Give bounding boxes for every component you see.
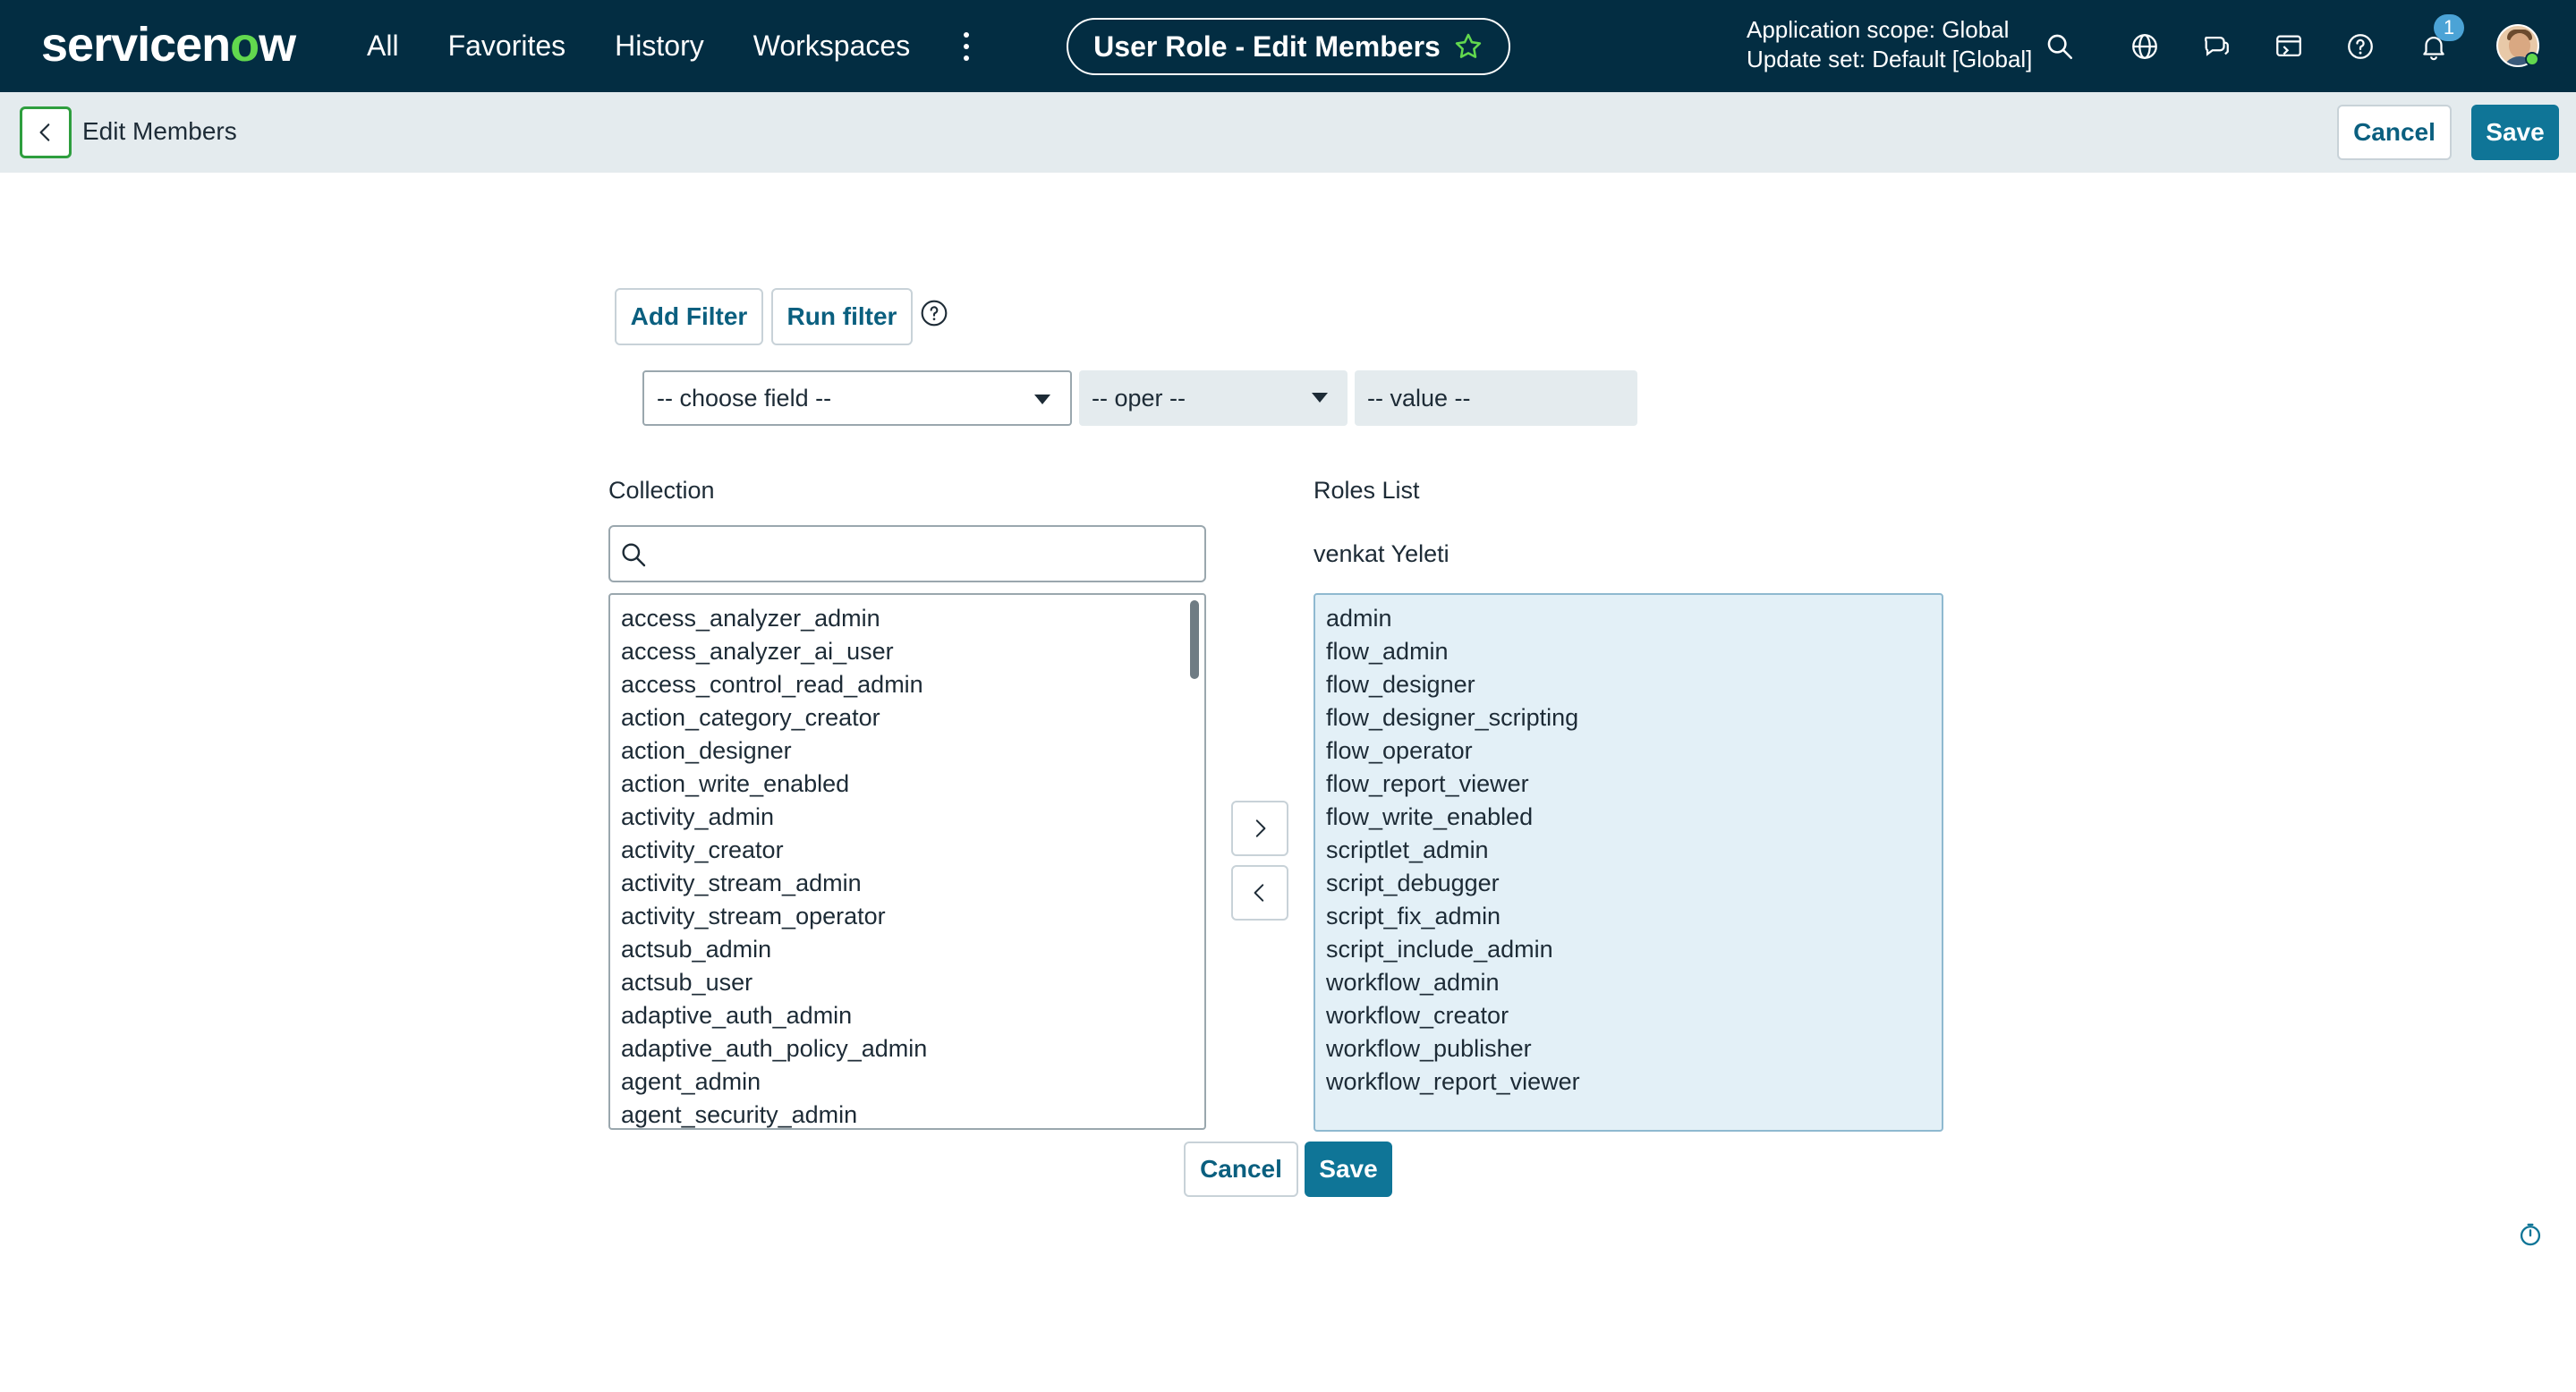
presence-indicator [2525, 52, 2539, 66]
list-item[interactable]: activity_stream_admin [610, 867, 1204, 900]
chevron-right-icon [1255, 819, 1266, 837]
contextual-app-icon[interactable] [2269, 27, 2308, 66]
collection-listbox[interactable]: access_analyzer_admin access_analyzer_ai… [608, 593, 1206, 1130]
nav-menu: All Favorites History Workspaces [367, 25, 910, 66]
response-time-icon[interactable] [2518, 1222, 2543, 1247]
header-cancel-button[interactable]: Cancel [2337, 105, 2452, 160]
list-item[interactable]: activity_admin [610, 801, 1204, 834]
more-menu-icon[interactable] [957, 29, 975, 64]
collection-search-input[interactable] [608, 525, 1206, 582]
application-scope: Application scope: Global [1747, 16, 2010, 43]
footer-cancel-button[interactable]: Cancel [1184, 1142, 1298, 1197]
servicenow-logo[interactable]: servicenow [41, 16, 296, 73]
footer-save-button[interactable]: Save [1305, 1142, 1392, 1197]
form-header: Edit Members Cancel Save [0, 92, 2576, 173]
list-item[interactable]: actsub_user [610, 966, 1204, 999]
list-item[interactable]: adaptive_auth_admin [610, 999, 1204, 1032]
list-item[interactable]: admin [1315, 602, 1942, 635]
operator-select[interactable]: -- oper -- [1079, 370, 1348, 426]
field-select[interactable]: -- choose field -- [642, 370, 1072, 426]
scope-info[interactable]: Application scope: Global Update set: De… [1747, 15, 2032, 74]
chat-icon[interactable] [2197, 27, 2236, 66]
search-icon[interactable] [2040, 27, 2079, 66]
record-title: User Role - Edit Members [1093, 30, 1441, 63]
nav-workspaces[interactable]: Workspaces [753, 25, 910, 66]
list-item[interactable]: workflow_creator [1315, 999, 1942, 1032]
list-item[interactable]: agent_security_admin [610, 1099, 1204, 1128]
header-save-button[interactable]: Save [2471, 105, 2559, 160]
list-item[interactable]: action_category_creator [610, 701, 1204, 734]
list-item[interactable]: script_fix_admin [1315, 900, 1942, 933]
help-icon[interactable] [2341, 27, 2380, 66]
list-item[interactable]: flow_admin [1315, 635, 1942, 668]
list-item[interactable]: workflow_report_viewer [1315, 1065, 1942, 1099]
list-item[interactable]: activity_stream_operator [610, 900, 1204, 933]
chevron-left-icon [1254, 884, 1264, 902]
add-to-list-button[interactable] [1231, 801, 1288, 856]
list-item[interactable]: flow_write_enabled [1315, 801, 1942, 834]
list-item[interactable]: action_write_enabled [610, 768, 1204, 801]
add-filter-button[interactable]: Add Filter [615, 288, 763, 345]
list-item[interactable]: workflow_publisher [1315, 1032, 1942, 1065]
list-item[interactable]: flow_operator [1315, 734, 1942, 768]
caret-down-icon [1034, 395, 1050, 404]
record-title-pill: User Role - Edit Members [1067, 18, 1510, 75]
roles-listbox[interactable]: admin flow_admin flow_designer flow_desi… [1314, 593, 1943, 1132]
list-item[interactable]: flow_designer_scripting [1315, 701, 1942, 734]
roles-list-label: Roles List [1314, 477, 1420, 504]
list-item[interactable]: script_include_admin [1315, 933, 1942, 966]
roles-user-name: venkat Yeleti [1314, 540, 1450, 567]
chevron-left-icon [39, 123, 50, 141]
list-item[interactable]: adaptive_auth_policy_admin [610, 1032, 1204, 1065]
value-field-text: -- value -- [1367, 384, 1471, 412]
list-item[interactable]: action_designer [610, 734, 1204, 768]
list-item[interactable]: access_control_read_admin [610, 668, 1204, 701]
nav-favorites[interactable]: Favorites [448, 25, 566, 66]
list-item[interactable]: flow_designer [1315, 668, 1942, 701]
nav-history[interactable]: History [615, 25, 704, 66]
list-item[interactable]: workflow_admin [1315, 966, 1942, 999]
list-item[interactable]: scriptlet_admin [1315, 834, 1942, 867]
collection-label: Collection [608, 477, 715, 504]
run-filter-button[interactable]: Run filter [771, 288, 913, 345]
star-icon[interactable] [1453, 31, 1484, 62]
value-field[interactable]: -- value -- [1355, 370, 1637, 426]
list-item[interactable]: actsub_admin [610, 933, 1204, 966]
operator-select-value: -- oper -- [1092, 384, 1186, 412]
page-title: Edit Members [82, 117, 237, 145]
field-select-value: -- choose field -- [657, 384, 832, 412]
list-item[interactable]: flow_report_viewer [1315, 768, 1942, 801]
list-item[interactable]: script_debugger [1315, 867, 1942, 900]
nav-all[interactable]: All [367, 25, 399, 66]
update-set: Update set: Default [Global] [1747, 46, 2033, 72]
notification-badge: 1 [2434, 14, 2464, 41]
list-item[interactable]: access_analyzer_ai_user [610, 635, 1204, 668]
list-item[interactable]: agent_admin [610, 1065, 1204, 1099]
list-item[interactable]: activity_creator [610, 834, 1204, 867]
search-icon [622, 543, 646, 567]
globe-icon[interactable] [2125, 27, 2164, 66]
top-navigation: servicenow All Favorites History Workspa… [0, 0, 2576, 92]
filter-help-icon[interactable] [920, 299, 948, 327]
list-item[interactable]: access_analyzer_admin [610, 602, 1204, 635]
caret-down-icon [1312, 393, 1328, 403]
back-button[interactable] [20, 106, 72, 158]
collection-scrollbar[interactable] [1190, 600, 1199, 679]
remove-from-list-button[interactable] [1231, 865, 1288, 921]
